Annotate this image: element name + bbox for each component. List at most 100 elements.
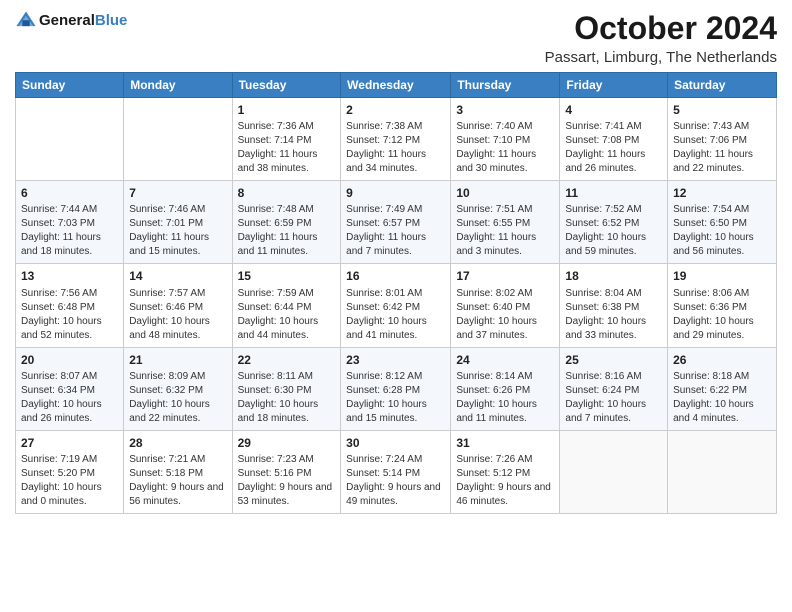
calendar-cell-w2-d6: 11 Sunrise: 7:52 AMSunset: 6:52 PMDayligh…	[560, 181, 668, 264]
day-info: Sunrise: 8:06 AMSunset: 6:36 PMDaylight:…	[673, 287, 771, 343]
day-info: Sunrise: 7:19 AMSunset: 5:20 PMDaylight:…	[21, 453, 118, 509]
calendar-cell-w2-d2: 7 Sunrise: 7:46 AMSunset: 7:01 PMDaylight…	[124, 181, 232, 264]
calendar-cell-w5-d6	[560, 430, 668, 513]
logo-text-block: GeneralBlue	[39, 13, 127, 30]
calendar-cell-w1-d2	[124, 98, 232, 181]
day-info: Sunrise: 7:51 AMSunset: 6:55 PMDaylight:…	[456, 203, 554, 259]
day-number: 30	[346, 435, 445, 451]
calendar-cell-w3-d7: 19 Sunrise: 8:06 AMSunset: 6:36 PMDayligh…	[668, 264, 777, 347]
day-number: 16	[346, 268, 445, 284]
day-number: 18	[565, 268, 662, 284]
col-friday: Friday	[560, 73, 668, 98]
day-number: 8	[238, 185, 336, 201]
day-info: Sunrise: 8:07 AMSunset: 6:34 PMDaylight:…	[21, 370, 118, 426]
month-title: October 2024	[545, 10, 777, 47]
day-number: 6	[21, 185, 118, 201]
calendar-cell-w4-d2: 21 Sunrise: 8:09 AMSunset: 6:32 PMDayligh…	[124, 347, 232, 430]
calendar-header-row: Sunday Monday Tuesday Wednesday Thursday…	[16, 73, 777, 98]
day-number: 31	[456, 435, 554, 451]
day-number: 12	[673, 185, 771, 201]
calendar-cell-w2-d5: 10 Sunrise: 7:51 AMSunset: 6:55 PMDayligh…	[451, 181, 560, 264]
logo-icon	[15, 10, 37, 32]
location-title: Passart, Limburg, The Netherlands	[545, 49, 777, 66]
day-info: Sunrise: 7:41 AMSunset: 7:08 PMDaylight:…	[565, 120, 662, 176]
day-number: 23	[346, 352, 445, 368]
calendar-cell-w1-d1	[16, 98, 124, 181]
calendar-cell-w4-d1: 20 Sunrise: 8:07 AMSunset: 6:34 PMDayligh…	[16, 347, 124, 430]
day-number: 5	[673, 102, 771, 118]
logo: GeneralBlue	[15, 10, 127, 32]
calendar-cell-w1-d5: 3 Sunrise: 7:40 AMSunset: 7:10 PMDaylight…	[451, 98, 560, 181]
col-monday: Monday	[124, 73, 232, 98]
day-number: 19	[673, 268, 771, 284]
day-number: 11	[565, 185, 662, 201]
day-info: Sunrise: 7:44 AMSunset: 7:03 PMDaylight:…	[21, 203, 118, 259]
day-info: Sunrise: 7:52 AMSunset: 6:52 PMDaylight:…	[565, 203, 662, 259]
col-thursday: Thursday	[451, 73, 560, 98]
day-number: 27	[21, 435, 118, 451]
day-info: Sunrise: 7:38 AMSunset: 7:12 PMDaylight:…	[346, 120, 445, 176]
day-info: Sunrise: 7:43 AMSunset: 7:06 PMDaylight:…	[673, 120, 771, 176]
calendar-week-5: 27 Sunrise: 7:19 AMSunset: 5:20 PMDayligh…	[16, 430, 777, 513]
day-number: 20	[21, 352, 118, 368]
calendar-cell-w4-d5: 24Sunrise: 8:14 AMSunset: 6:26 PMDayligh…	[451, 347, 560, 430]
title-block: October 2024 Passart, Limburg, The Nethe…	[545, 10, 777, 66]
day-info: Sunrise: 8:09 AMSunset: 6:32 PMDaylight:…	[129, 370, 226, 426]
calendar-cell-w3-d4: 16 Sunrise: 8:01 AMSunset: 6:42 PMDayligh…	[341, 264, 451, 347]
day-number: 25	[565, 352, 662, 368]
calendar-cell-w4-d6: 25 Sunrise: 8:16 AMSunset: 6:24 PMDayligh…	[560, 347, 668, 430]
day-number: 14	[129, 268, 226, 284]
calendar-cell-w5-d5: 31 Sunrise: 7:26 AMSunset: 5:12 PMDayligh…	[451, 430, 560, 513]
calendar-cell-w4-d3: 22 Sunrise: 8:11 AMSunset: 6:30 PMDayligh…	[232, 347, 341, 430]
day-number: 26	[673, 352, 771, 368]
calendar-cell-w1-d4: 2 Sunrise: 7:38 AMSunset: 7:12 PMDaylight…	[341, 98, 451, 181]
day-info: Sunrise: 8:11 AMSunset: 6:30 PMDaylight:…	[238, 370, 336, 426]
day-number: 3	[456, 102, 554, 118]
calendar-cell-w1-d3: 1 Sunrise: 7:36 AMSunset: 7:14 PMDaylight…	[232, 98, 341, 181]
day-info: Sunrise: 8:04 AMSunset: 6:38 PMDaylight:…	[565, 287, 662, 343]
day-info: Sunrise: 7:46 AMSunset: 7:01 PMDaylight:…	[129, 203, 226, 259]
day-number: 15	[238, 268, 336, 284]
calendar-cell-w3-d3: 15Sunrise: 7:59 AMSunset: 6:44 PMDayligh…	[232, 264, 341, 347]
calendar-cell-w1-d6: 4 Sunrise: 7:41 AMSunset: 7:08 PMDaylight…	[560, 98, 668, 181]
calendar-cell-w3-d6: 18 Sunrise: 8:04 AMSunset: 6:38 PMDayligh…	[560, 264, 668, 347]
day-info: Sunrise: 7:48 AMSunset: 6:59 PMDaylight:…	[238, 203, 336, 259]
calendar-cell-w3-d1: 13Sunrise: 7:56 AMSunset: 6:48 PMDayligh…	[16, 264, 124, 347]
day-number: 7	[129, 185, 226, 201]
day-info: Sunrise: 8:18 AMSunset: 6:22 PMDaylight:…	[673, 370, 771, 426]
calendar-cell-w5-d7	[668, 430, 777, 513]
day-info: Sunrise: 8:12 AMSunset: 6:28 PMDaylight:…	[346, 370, 445, 426]
col-sunday: Sunday	[16, 73, 124, 98]
day-number: 29	[238, 435, 336, 451]
day-number: 2	[346, 102, 445, 118]
day-info: Sunrise: 7:26 AMSunset: 5:12 PMDaylight:…	[456, 453, 554, 509]
day-info: Sunrise: 8:16 AMSunset: 6:24 PMDaylight:…	[565, 370, 662, 426]
day-number: 1	[238, 102, 336, 118]
calendar-cell-w2-d3: 8 Sunrise: 7:48 AMSunset: 6:59 PMDaylight…	[232, 181, 341, 264]
day-info: Sunrise: 7:49 AMSunset: 6:57 PMDaylight:…	[346, 203, 445, 259]
day-info: Sunrise: 8:01 AMSunset: 6:42 PMDaylight:…	[346, 287, 445, 343]
day-info: Sunrise: 7:54 AMSunset: 6:50 PMDaylight:…	[673, 203, 771, 259]
calendar-cell-w5-d3: 29 Sunrise: 7:23 AMSunset: 5:16 PMDayligh…	[232, 430, 341, 513]
logo-blue: Blue	[95, 12, 128, 29]
day-info: Sunrise: 7:40 AMSunset: 7:10 PMDaylight:…	[456, 120, 554, 176]
day-number: 9	[346, 185, 445, 201]
calendar-week-2: 6 Sunrise: 7:44 AMSunset: 7:03 PMDaylight…	[16, 181, 777, 264]
calendar-cell-w4-d7: 26 Sunrise: 8:18 AMSunset: 6:22 PMDayligh…	[668, 347, 777, 430]
header: GeneralBlue October 2024 Passart, Limbur…	[15, 10, 777, 66]
calendar-cell-w2-d7: 12 Sunrise: 7:54 AMSunset: 6:50 PMDayligh…	[668, 181, 777, 264]
day-info: Sunrise: 7:36 AMSunset: 7:14 PMDaylight:…	[238, 120, 336, 176]
day-number: 10	[456, 185, 554, 201]
day-info: Sunrise: 7:23 AMSunset: 5:16 PMDaylight:…	[238, 453, 336, 509]
day-number: 13	[21, 268, 118, 284]
day-number: 21	[129, 352, 226, 368]
day-number: 22	[238, 352, 336, 368]
calendar-week-1: 1 Sunrise: 7:36 AMSunset: 7:14 PMDaylight…	[16, 98, 777, 181]
calendar-cell-w2-d1: 6 Sunrise: 7:44 AMSunset: 7:03 PMDaylight…	[16, 181, 124, 264]
col-saturday: Saturday	[668, 73, 777, 98]
calendar-cell-w5-d2: 28Sunrise: 7:21 AMSunset: 5:18 PMDayligh…	[124, 430, 232, 513]
day-number: 4	[565, 102, 662, 118]
day-info: Sunrise: 7:57 AMSunset: 6:46 PMDaylight:…	[129, 287, 226, 343]
day-info: Sunrise: 8:14 AMSunset: 6:26 PMDaylight:…	[456, 370, 554, 426]
calendar-cell-w2-d4: 9 Sunrise: 7:49 AMSunset: 6:57 PMDaylight…	[341, 181, 451, 264]
